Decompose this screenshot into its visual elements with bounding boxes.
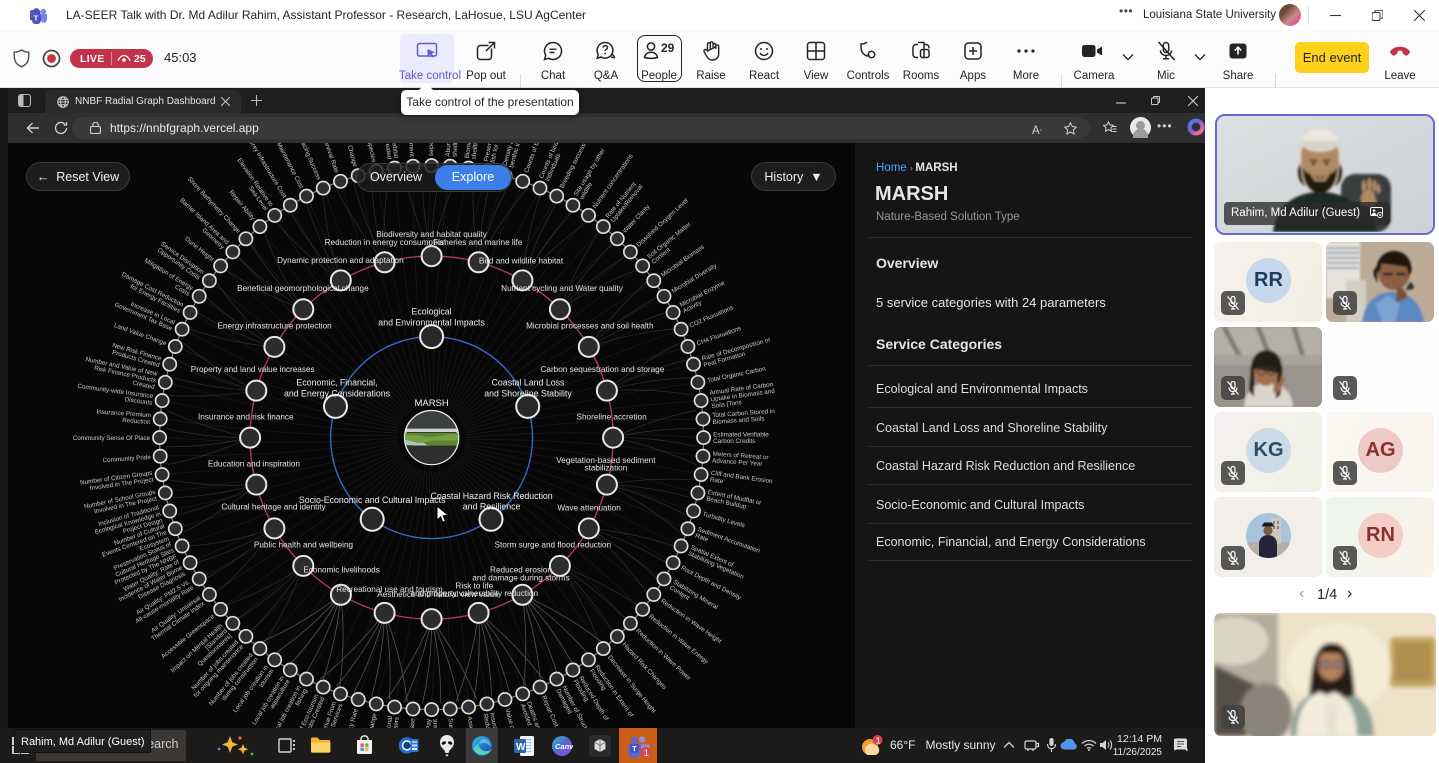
svg-text:Assessment Scores: Assessment Scores: [466, 716, 480, 728]
svg-text:Number of Plant Species: Number of Plant Species: [356, 143, 377, 163]
svg-text:Reduction: Reduction: [122, 417, 151, 426]
svg-text:Community Sense Of Place: Community Sense Of Place: [73, 435, 151, 442]
svg-text:Reduction in Wave Energy: Reduction in Wave Energy: [647, 613, 710, 666]
svg-text:Energy infrastructure protecti: Energy infrastructure protection: [217, 322, 332, 331]
svg-text:Property and land value increa: Property and land value increases: [191, 365, 315, 374]
svg-text:and Energy Considerations: and Energy Considerations: [284, 388, 391, 398]
svg-text:29: 29: [661, 41, 675, 55]
svg-text:Carbon sequestration and stora: Carbon sequestration and storage: [540, 365, 664, 374]
svg-text:Community Pride: Community Pride: [102, 454, 151, 464]
svg-text:Cultural heritage and identity: Cultural heritage and identity: [221, 502, 326, 511]
svg-text:Storm surge and flood reductio: Storm surge and flood reduction: [495, 540, 612, 549]
svg-text:Carbon Credits: Carbon Credits: [713, 438, 755, 445]
svg-text:Education and inspiration: Education and inspiration: [208, 460, 300, 469]
svg-text:Users: Users: [392, 717, 401, 728]
svg-text:W: W: [516, 742, 526, 753]
svg-text:Economic, Financial,: Economic, Financial,: [296, 378, 377, 388]
svg-text:and Shoreline Stability: and Shoreline Stability: [484, 388, 572, 398]
svg-text:Beneficial geomorphological ch: Beneficial geomorphological change: [237, 284, 369, 293]
svg-text:Reduction in energy consumptio: Reduction in energy consumption: [325, 238, 447, 247]
svg-text:Canva: Canva: [555, 742, 573, 751]
svg-text:Nutrient cycling and Water qua: Nutrient cycling and Water quality: [501, 284, 624, 293]
svg-text:Microbial processes and soil h: Microbial processes and soil health: [526, 322, 654, 331]
svg-text:stabilization: stabilization: [585, 464, 628, 473]
svg-text:Rate: Rate: [709, 476, 724, 485]
svg-text:and Environmental Impacts: and Environmental Impacts: [378, 317, 485, 327]
svg-text:Economic livelihoods: Economic livelihoods: [303, 566, 379, 575]
svg-text:Total Organic Carbon: Total Organic Carbon: [707, 365, 767, 384]
svg-text:MARSH: MARSH: [414, 398, 448, 409]
svg-text:shellfish: shellfish: [470, 143, 480, 160]
svg-text:Property Value Increase: Property Value Increase: [405, 718, 417, 728]
svg-text:Reduction in Wave Power: Reduction in Wave Power: [634, 628, 692, 682]
svg-text:Created: Created: [383, 143, 393, 160]
svg-text:Public health and wellbeing: Public health and wellbeing: [254, 540, 354, 549]
svg-text:Shoreline accretion: Shoreline accretion: [577, 412, 648, 421]
svg-text:1: 1: [644, 748, 649, 759]
svg-text:Insurance and risk finance: Insurance and risk finance: [198, 412, 294, 421]
svg-text:Fisheries and marine life: Fisheries and marine life: [433, 238, 523, 247]
svg-text:Bird and wildlife habitat: Bird and wildlife habitat: [479, 257, 564, 266]
svg-text:CH4 Fluxuations: CH4 Fluxuations: [696, 325, 742, 347]
svg-text:Wave attenuation: Wave attenuation: [557, 504, 621, 513]
svg-text:1: 1: [876, 735, 881, 745]
svg-text:shellfish: shellfish: [451, 143, 460, 157]
svg-text:Assessment: Assessment: [432, 719, 439, 728]
svg-text:Survey of Visitor Change: Survey of Visitor Change: [357, 712, 378, 728]
svg-text:T: T: [632, 746, 637, 753]
svg-text:Coastal Land Loss: Coastal Land Loss: [492, 378, 565, 388]
svg-text:Turbidity Levels: Turbidity Levels: [702, 511, 746, 530]
svg-text:Number of fish species: Number of fish species: [427, 143, 434, 156]
svg-text:Dynamic protection and adaptat: Dynamic protection and adaptation: [277, 256, 404, 265]
svg-text:Ecological: Ecological: [412, 307, 452, 317]
svg-text:Coastal Hazard Risk Reduction: Coastal Hazard Risk Reduction: [430, 491, 552, 501]
svg-text:Time to Establishment: Time to Establishment: [404, 143, 415, 157]
svg-text:T: T: [34, 13, 39, 22]
svg-text:and Resilience: and Resilience: [463, 502, 521, 512]
svg-text:Survey Indices: Survey Indices: [447, 718, 457, 728]
svg-text:Recreational use and tourism: Recreational use and tourism: [336, 585, 443, 594]
